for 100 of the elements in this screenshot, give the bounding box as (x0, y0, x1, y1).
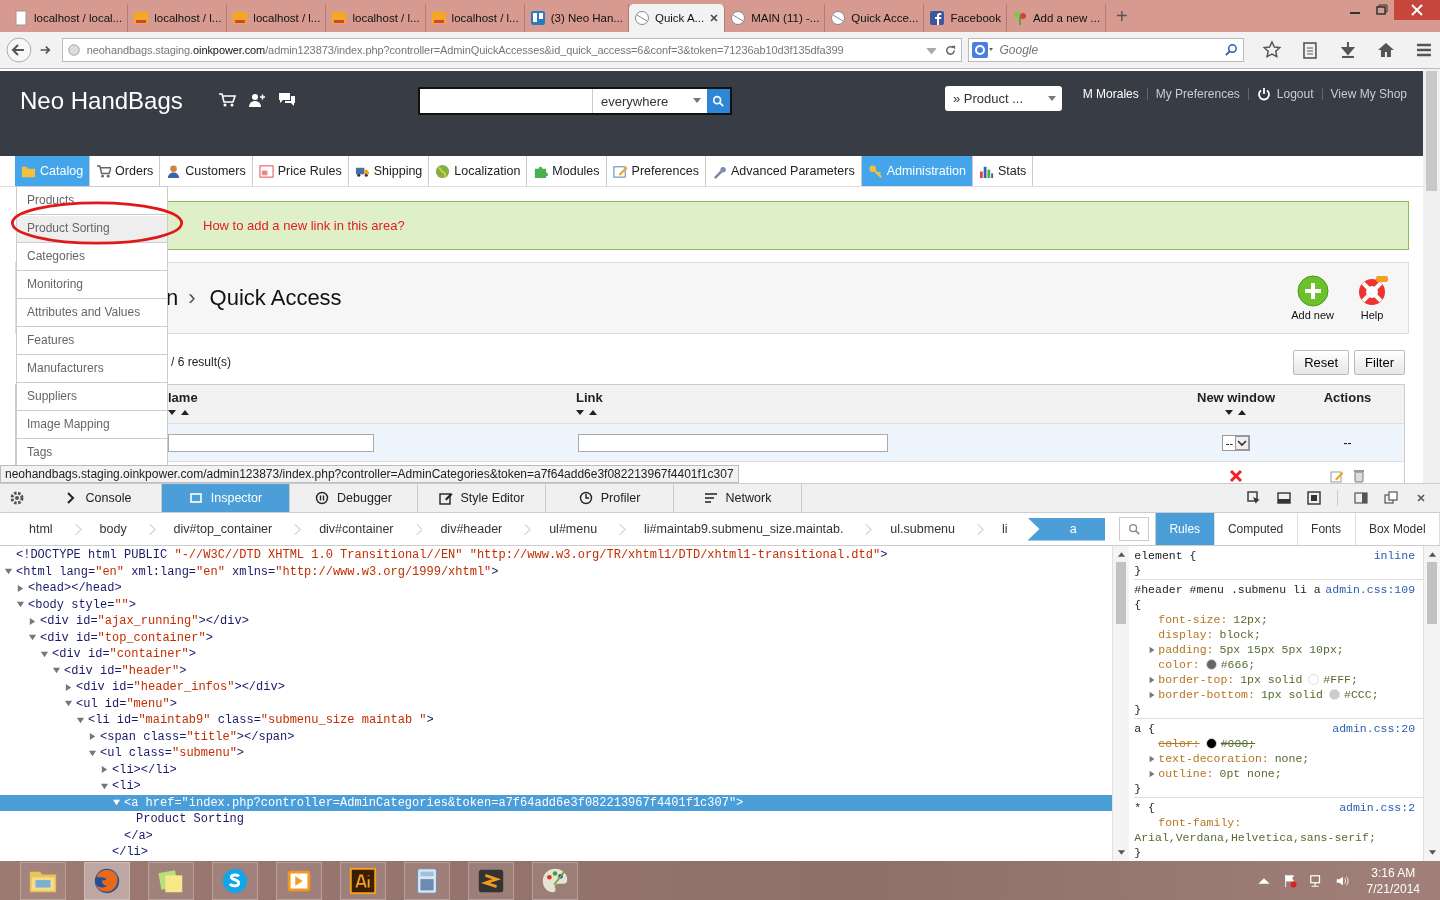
breadcrumb-item[interactable]: html (29, 522, 67, 536)
back-icon[interactable] (6, 37, 32, 63)
devtools-tab[interactable]: Profiler (546, 484, 674, 512)
breadcrumb-item[interactable]: li#maintab9.submenu_size.maintab. (644, 522, 858, 536)
markup-line[interactable]: <li> (112, 779, 141, 794)
css-value[interactable]: Arial,Verdana,Helvetica,sans-serif; (1134, 830, 1376, 845)
css-value[interactable]: #FFF; (1323, 672, 1358, 687)
css-property[interactable]: color: (1158, 736, 1200, 751)
dock-side-icon[interactable] (1354, 491, 1368, 505)
css-property[interactable]: border-top: (1158, 672, 1235, 687)
markup-line[interactable]: <ul id="menu"> (76, 696, 177, 711)
expanded-arrow-icon[interactable] (76, 715, 85, 725)
filter-select[interactable]: -- (1221, 434, 1251, 451)
collapsed-arrow-icon[interactable] (28, 616, 37, 626)
markup-line[interactable]: Product Sorting (136, 812, 245, 827)
css-value[interactable]: 12px; (1233, 612, 1268, 627)
breadcrumb-item[interactable]: ul.submenu (890, 522, 969, 536)
collapsed-arrow-icon[interactable] (88, 732, 97, 742)
scope-select[interactable]: everywhere (592, 89, 707, 113)
expanded-arrow-icon[interactable] (64, 699, 73, 709)
breadcrumb-item[interactable]: body (99, 522, 141, 536)
user-link[interactable]: Logout (1276, 87, 1314, 101)
css-property[interactable]: padding: (1158, 642, 1214, 657)
chat-icon[interactable] (278, 92, 296, 108)
power-icon[interactable] (1256, 87, 1271, 101)
source-link[interactable]: admin.css:2 (1339, 800, 1416, 815)
css-value[interactable]: block; (1219, 627, 1261, 642)
css-value[interactable]: none; (1274, 751, 1310, 766)
devtools-tab[interactable]: Debugger (290, 484, 418, 512)
source-link[interactable]: inline (1373, 548, 1416, 563)
collapsed-arrow-icon[interactable] (100, 765, 109, 775)
sidebar-tab[interactable]: Computed (1214, 513, 1298, 545)
scrollbar[interactable] (1423, 69, 1440, 483)
search-field[interactable]: Google (968, 38, 1245, 62)
markup-line[interactable]: </li> (112, 845, 148, 860)
scroll-down-icon[interactable] (1427, 849, 1437, 857)
user-link[interactable]: M Morales (1082, 87, 1139, 101)
breadcrumb-item[interactable]: div#header (440, 522, 517, 536)
expanded-arrow-icon[interactable] (28, 633, 37, 643)
markup-line[interactable]: <div id="header"> (64, 663, 187, 678)
sidebar-tab[interactable]: Box Model (1355, 513, 1440, 545)
markup-line[interactable]: <li></li> (112, 762, 177, 777)
color-swatch[interactable] (1205, 738, 1217, 749)
reset-button[interactable]: Reset (1293, 349, 1350, 375)
markup-line[interactable]: <div id="ajax_running"></div> (40, 614, 249, 629)
markup-line[interactable]: <ul class="submenu"> (100, 746, 245, 761)
search-button[interactable] (1119, 517, 1149, 541)
color-swatch[interactable] (1329, 689, 1341, 700)
scroll-thumb[interactable] (1427, 562, 1438, 624)
expanded-arrow-icon[interactable] (16, 600, 25, 610)
css-value[interactable]: 1px solid (1260, 687, 1324, 702)
scrollbar[interactable] (1112, 546, 1130, 861)
popout-icon[interactable] (1384, 491, 1398, 505)
css-value[interactable]: 5px 15px 5px 10px; (1219, 642, 1344, 657)
scroll-thumb[interactable] (1426, 71, 1437, 191)
search-field[interactable]: everywhere (418, 87, 732, 115)
expanded-arrow-icon[interactable] (88, 748, 97, 758)
expanded-arrow-icon[interactable] (40, 649, 49, 659)
expand-arrow-icon[interactable] (1148, 645, 1157, 654)
markup-line[interactable]: <div id="container"> (52, 647, 197, 662)
taskbar-button[interactable] (84, 862, 130, 900)
expanded-arrow-icon[interactable] (112, 798, 121, 808)
scroll-up-icon[interactable] (1116, 550, 1126, 558)
markup-line[interactable]: <div id="header_infos"></div> (76, 680, 285, 695)
markup-line[interactable]: <html lang="en" xml:lang="en" xmlns="http://www.w3.org/1999/xhtml"> (16, 564, 499, 579)
console-icon[interactable] (1277, 491, 1291, 505)
scroll-down-icon[interactable] (1116, 849, 1126, 857)
reload-icon[interactable] (944, 43, 958, 57)
expanded-arrow-icon[interactable] (4, 567, 13, 577)
breadcrumb-item[interactable]: ul#menu (549, 522, 612, 536)
users-icon[interactable] (248, 92, 266, 108)
css-property[interactable]: color: (1158, 657, 1200, 672)
quick-access-select[interactable]: » Product ... (945, 86, 1062, 111)
expanded-arrow-icon[interactable] (52, 666, 61, 676)
collapsed-arrow-icon[interactable] (64, 682, 73, 692)
css-property[interactable]: border-bottom: (1158, 687, 1255, 702)
css-value[interactable]: #000; (1220, 736, 1256, 751)
sort-arrows-icon[interactable] (168, 409, 190, 416)
sort-arrows-icon[interactable] (576, 409, 598, 416)
add-new-button[interactable]: Add new (1291, 275, 1334, 321)
search-icon[interactable] (1225, 43, 1239, 56)
css-value[interactable]: 1px solid (1240, 672, 1303, 687)
pick-element-icon[interactable] (1247, 491, 1261, 505)
markup-line[interactable]: <div id="top_container"> (40, 630, 213, 645)
css-property[interactable]: outline: (1158, 766, 1214, 781)
css-property[interactable]: text-decoration: (1158, 751, 1269, 766)
markup-line[interactable]: <head></head> (28, 581, 122, 596)
color-swatch[interactable] (1308, 674, 1320, 685)
user-link[interactable]: My Preferences (1155, 87, 1240, 101)
collapsed-arrow-icon[interactable] (16, 583, 25, 593)
taskbar-button[interactable] (340, 862, 386, 900)
css-property[interactable]: font-size: (1158, 612, 1228, 627)
taskbar-button[interactable] (212, 862, 258, 900)
source-link[interactable]: admin.css:20 (1332, 721, 1416, 736)
star-icon[interactable] (1262, 40, 1283, 60)
address-bar[interactable]: neohandbags.staging.oinkpower.com/admin123873/index.php?controller=AdminQuickAccesses&id_quick_access=6&conf=3&token=71236ab10d3f135dfa399 (61, 38, 963, 62)
breadcrumb-item[interactable]: div#container (319, 522, 408, 536)
devtools-tab[interactable]: Network (674, 484, 802, 512)
taskbar-button[interactable] (276, 862, 322, 900)
scroll-thumb[interactable] (1116, 562, 1127, 624)
